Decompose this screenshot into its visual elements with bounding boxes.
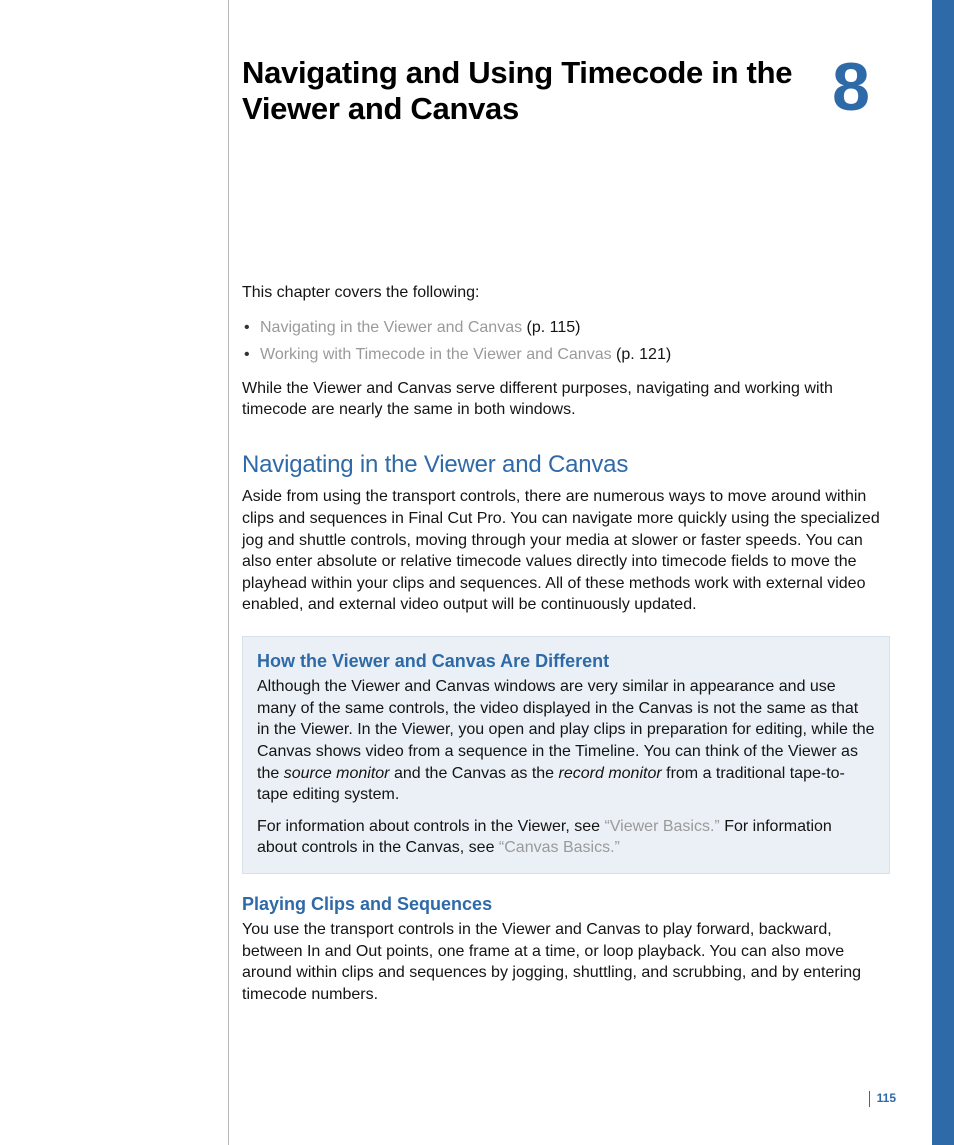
page: Navigating and Using Timecode in the Vie… [0, 0, 954, 1145]
page-number: 115 [877, 1091, 896, 1105]
italic-term: source monitor [284, 765, 390, 782]
cross-ref-link[interactable]: “Viewer Basics.” [604, 818, 719, 835]
text-run: and the Canvas as the [390, 765, 559, 782]
side-stripe [932, 0, 954, 1145]
callout-paragraph: Although the Viewer and Canvas windows a… [257, 676, 875, 806]
intro-paragraph: While the Viewer and Canvas serve differ… [242, 378, 890, 421]
chapter-title: Navigating and Using Timecode in the Vie… [242, 55, 890, 126]
chapter-header: Navigating and Using Timecode in the Vie… [242, 55, 890, 126]
section-paragraph: You use the transport controls in the Vi… [242, 919, 890, 1005]
callout-box: How the Viewer and Canvas Are Different … [242, 636, 890, 874]
toc-item: Working with Timecode in the Viewer and … [242, 344, 890, 366]
intro-covers-label: This chapter covers the following: [242, 282, 890, 304]
italic-term: record monitor [559, 765, 662, 782]
toc-link[interactable]: Working with Timecode in the Viewer and … [260, 346, 612, 363]
content-area: Navigating and Using Timecode in the Vie… [0, 0, 930, 1145]
cross-ref-link[interactable]: “Canvas Basics.” [499, 839, 620, 856]
toc-page-ref: (p. 115) [522, 319, 580, 336]
section-paragraph: Aside from using the transport controls,… [242, 486, 890, 616]
toc-item: Navigating in the Viewer and Canvas (p. … [242, 317, 890, 339]
body-text: This chapter covers the following: Navig… [242, 282, 890, 1019]
callout-paragraph: For information about controls in the Vi… [257, 816, 875, 859]
callout-heading: How the Viewer and Canvas Are Different [257, 649, 875, 673]
toc-list: Navigating in the Viewer and Canvas (p. … [242, 317, 890, 366]
section-heading-navigating: Navigating in the Viewer and Canvas [242, 449, 890, 481]
text-run: For information about controls in the Vi… [257, 818, 604, 835]
chapter-number: 8 [832, 48, 868, 126]
toc-link[interactable]: Navigating in the Viewer and Canvas [260, 319, 522, 336]
toc-page-ref: (p. 121) [612, 346, 672, 363]
section-heading-playing: Playing Clips and Sequences [242, 892, 890, 916]
page-number-rule [869, 1091, 870, 1107]
